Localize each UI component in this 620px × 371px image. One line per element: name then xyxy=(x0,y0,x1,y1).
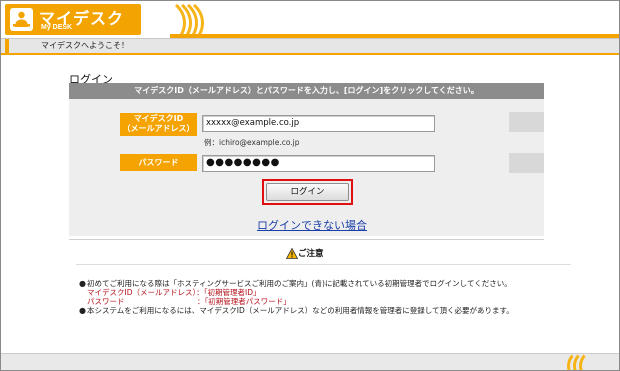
password-input[interactable]: ●●●●●●●● xyxy=(202,155,435,172)
login-panel: マイデスクID （メールアドレス） xxxxx@example.co.jp 例：… xyxy=(69,99,544,236)
id-label: マイデスクID （メールアドレス） xyxy=(120,113,197,136)
notice-heading: ご注意 xyxy=(298,249,324,259)
welcome-text: マイデスクへようこそ！ xyxy=(41,41,129,50)
page-frame: マイデスク My DESK マイデスクへようこそ！ ログイン マイデスクID（メ… xyxy=(0,0,620,371)
mydesk-id-input[interactable]: xxxxx@example.co.jp xyxy=(202,115,435,132)
id-example-hint: 例：ichiro@example.co.jp xyxy=(204,138,300,147)
login-button[interactable]: ログイン xyxy=(266,183,349,201)
footer-decoration xyxy=(561,354,619,370)
notice-item: ● 初めてご利用になる際は「ホスティングサービスご利用のご案内」(青)に記載され… xyxy=(79,279,512,288)
header: マイデスク My DESK xyxy=(1,1,619,38)
notice-sub-item: パスワード ：「初期管理者パスワード」 xyxy=(87,297,291,306)
bullet-icon: ● xyxy=(79,306,86,315)
notice-list: ● 初めてご利用になる際は「ホスティングサービスご利用のご案内」(青)に記載され… xyxy=(79,279,514,315)
header-decoration xyxy=(140,1,619,38)
notice-item: ● 本システムをご利用になるには、マイデスクID（メールアドレス）などの利用者情… xyxy=(79,306,514,315)
login-instruction: マイデスクID（メールアドレス）とパスワードを入力し、[ログイン]をクリックして… xyxy=(69,83,544,99)
password-label: パスワード xyxy=(120,154,197,171)
welcome-bar: マイデスクへようこそ！ xyxy=(1,38,619,55)
notice-sub-item: マイデスクID（メールアドレス）：「初期管理者ID」 xyxy=(87,288,261,297)
section-divider xyxy=(69,239,544,240)
footer-bar xyxy=(1,353,619,370)
mydesk-logo: マイデスク My DESK xyxy=(5,4,141,35)
cant-login-link[interactable]: ログインできない場合 xyxy=(257,217,367,233)
bullet-icon: ● xyxy=(79,279,86,288)
logo-subtitle: My DESK xyxy=(41,24,73,31)
desk-person-icon xyxy=(10,8,33,31)
